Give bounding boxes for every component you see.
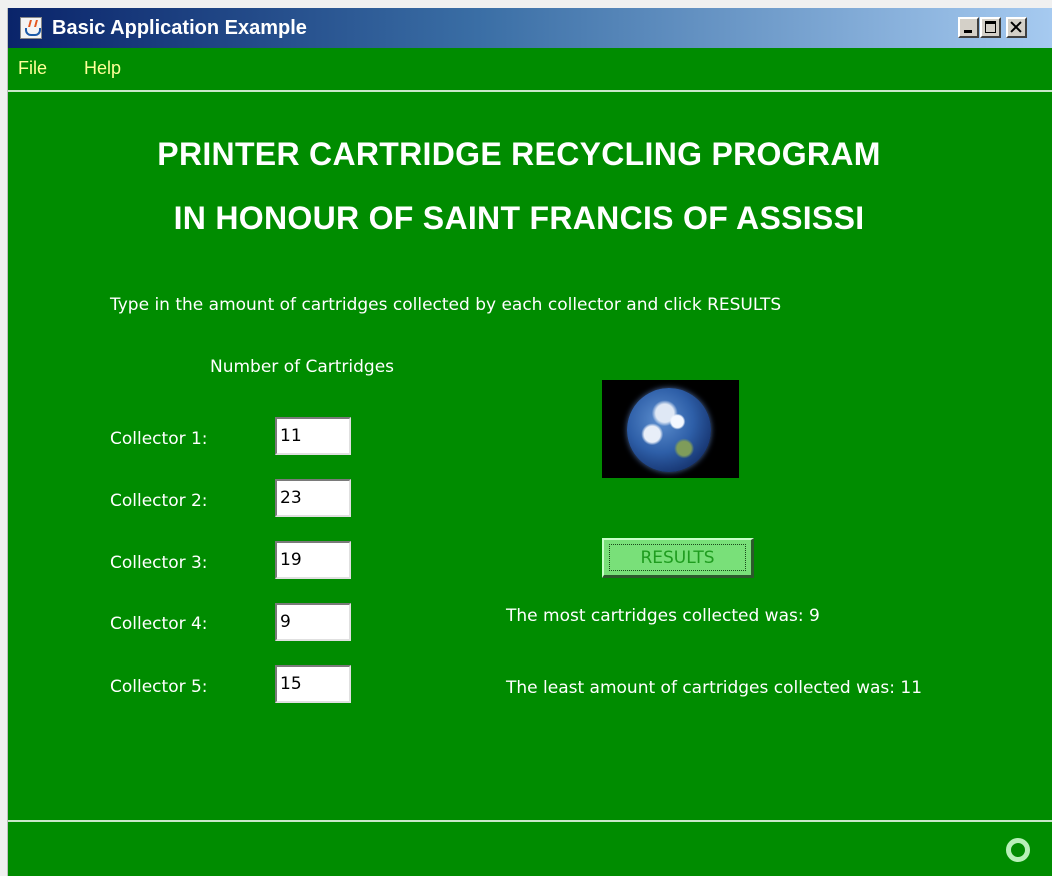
instructions-text: Type in the amount of cartridges collect… [110, 295, 782, 315]
menu-file[interactable]: File [18, 58, 47, 79]
status-bar-divider [8, 820, 1052, 822]
collector-1-input[interactable] [275, 417, 351, 455]
page-title-line-1: PRINTER CARTRIDGE RECYCLING PROGRAM [157, 136, 881, 172]
title-bar[interactable]: Basic Application Example [8, 8, 1052, 48]
collector-2-label: Collector 2: [110, 491, 208, 511]
collector-5-label: Collector 5: [110, 677, 208, 697]
window-title: Basic Application Example [52, 17, 307, 39]
close-button[interactable] [1006, 17, 1027, 38]
cartridges-column-header: Number of Cartridges [210, 357, 395, 377]
menu-bar: File Help [8, 48, 1052, 92]
maximize-button[interactable] [980, 17, 1001, 38]
earth-globe-icon [627, 388, 711, 472]
results-button-label: RESULTS [609, 544, 746, 571]
collector-5-input[interactable] [275, 665, 351, 703]
results-button[interactable]: RESULTS [602, 538, 754, 578]
collector-3-label: Collector 3: [110, 553, 208, 573]
page-title-line-2: IN HONOUR OF SAINT FRANCIS OF ASSISSI [173, 200, 865, 236]
ring-icon [1006, 838, 1030, 862]
minimize-button[interactable] [958, 17, 979, 38]
collector-4-label: Collector 4: [110, 614, 208, 634]
app-window: Basic Application Example File Help PRIN… [7, 8, 1052, 876]
collector-1-label: Collector 1: [110, 429, 208, 449]
collector-4-input[interactable] [275, 603, 351, 641]
menu-help[interactable]: Help [84, 58, 121, 79]
collector-2-input[interactable] [275, 479, 351, 517]
least-cartridges-result: The least amount of cartridges collected… [506, 678, 923, 698]
earth-image [602, 380, 739, 478]
java-cup-icon[interactable] [20, 17, 42, 39]
most-cartridges-result: The most cartridges collected was: 9 [506, 606, 820, 626]
collector-3-input[interactable] [275, 541, 351, 579]
